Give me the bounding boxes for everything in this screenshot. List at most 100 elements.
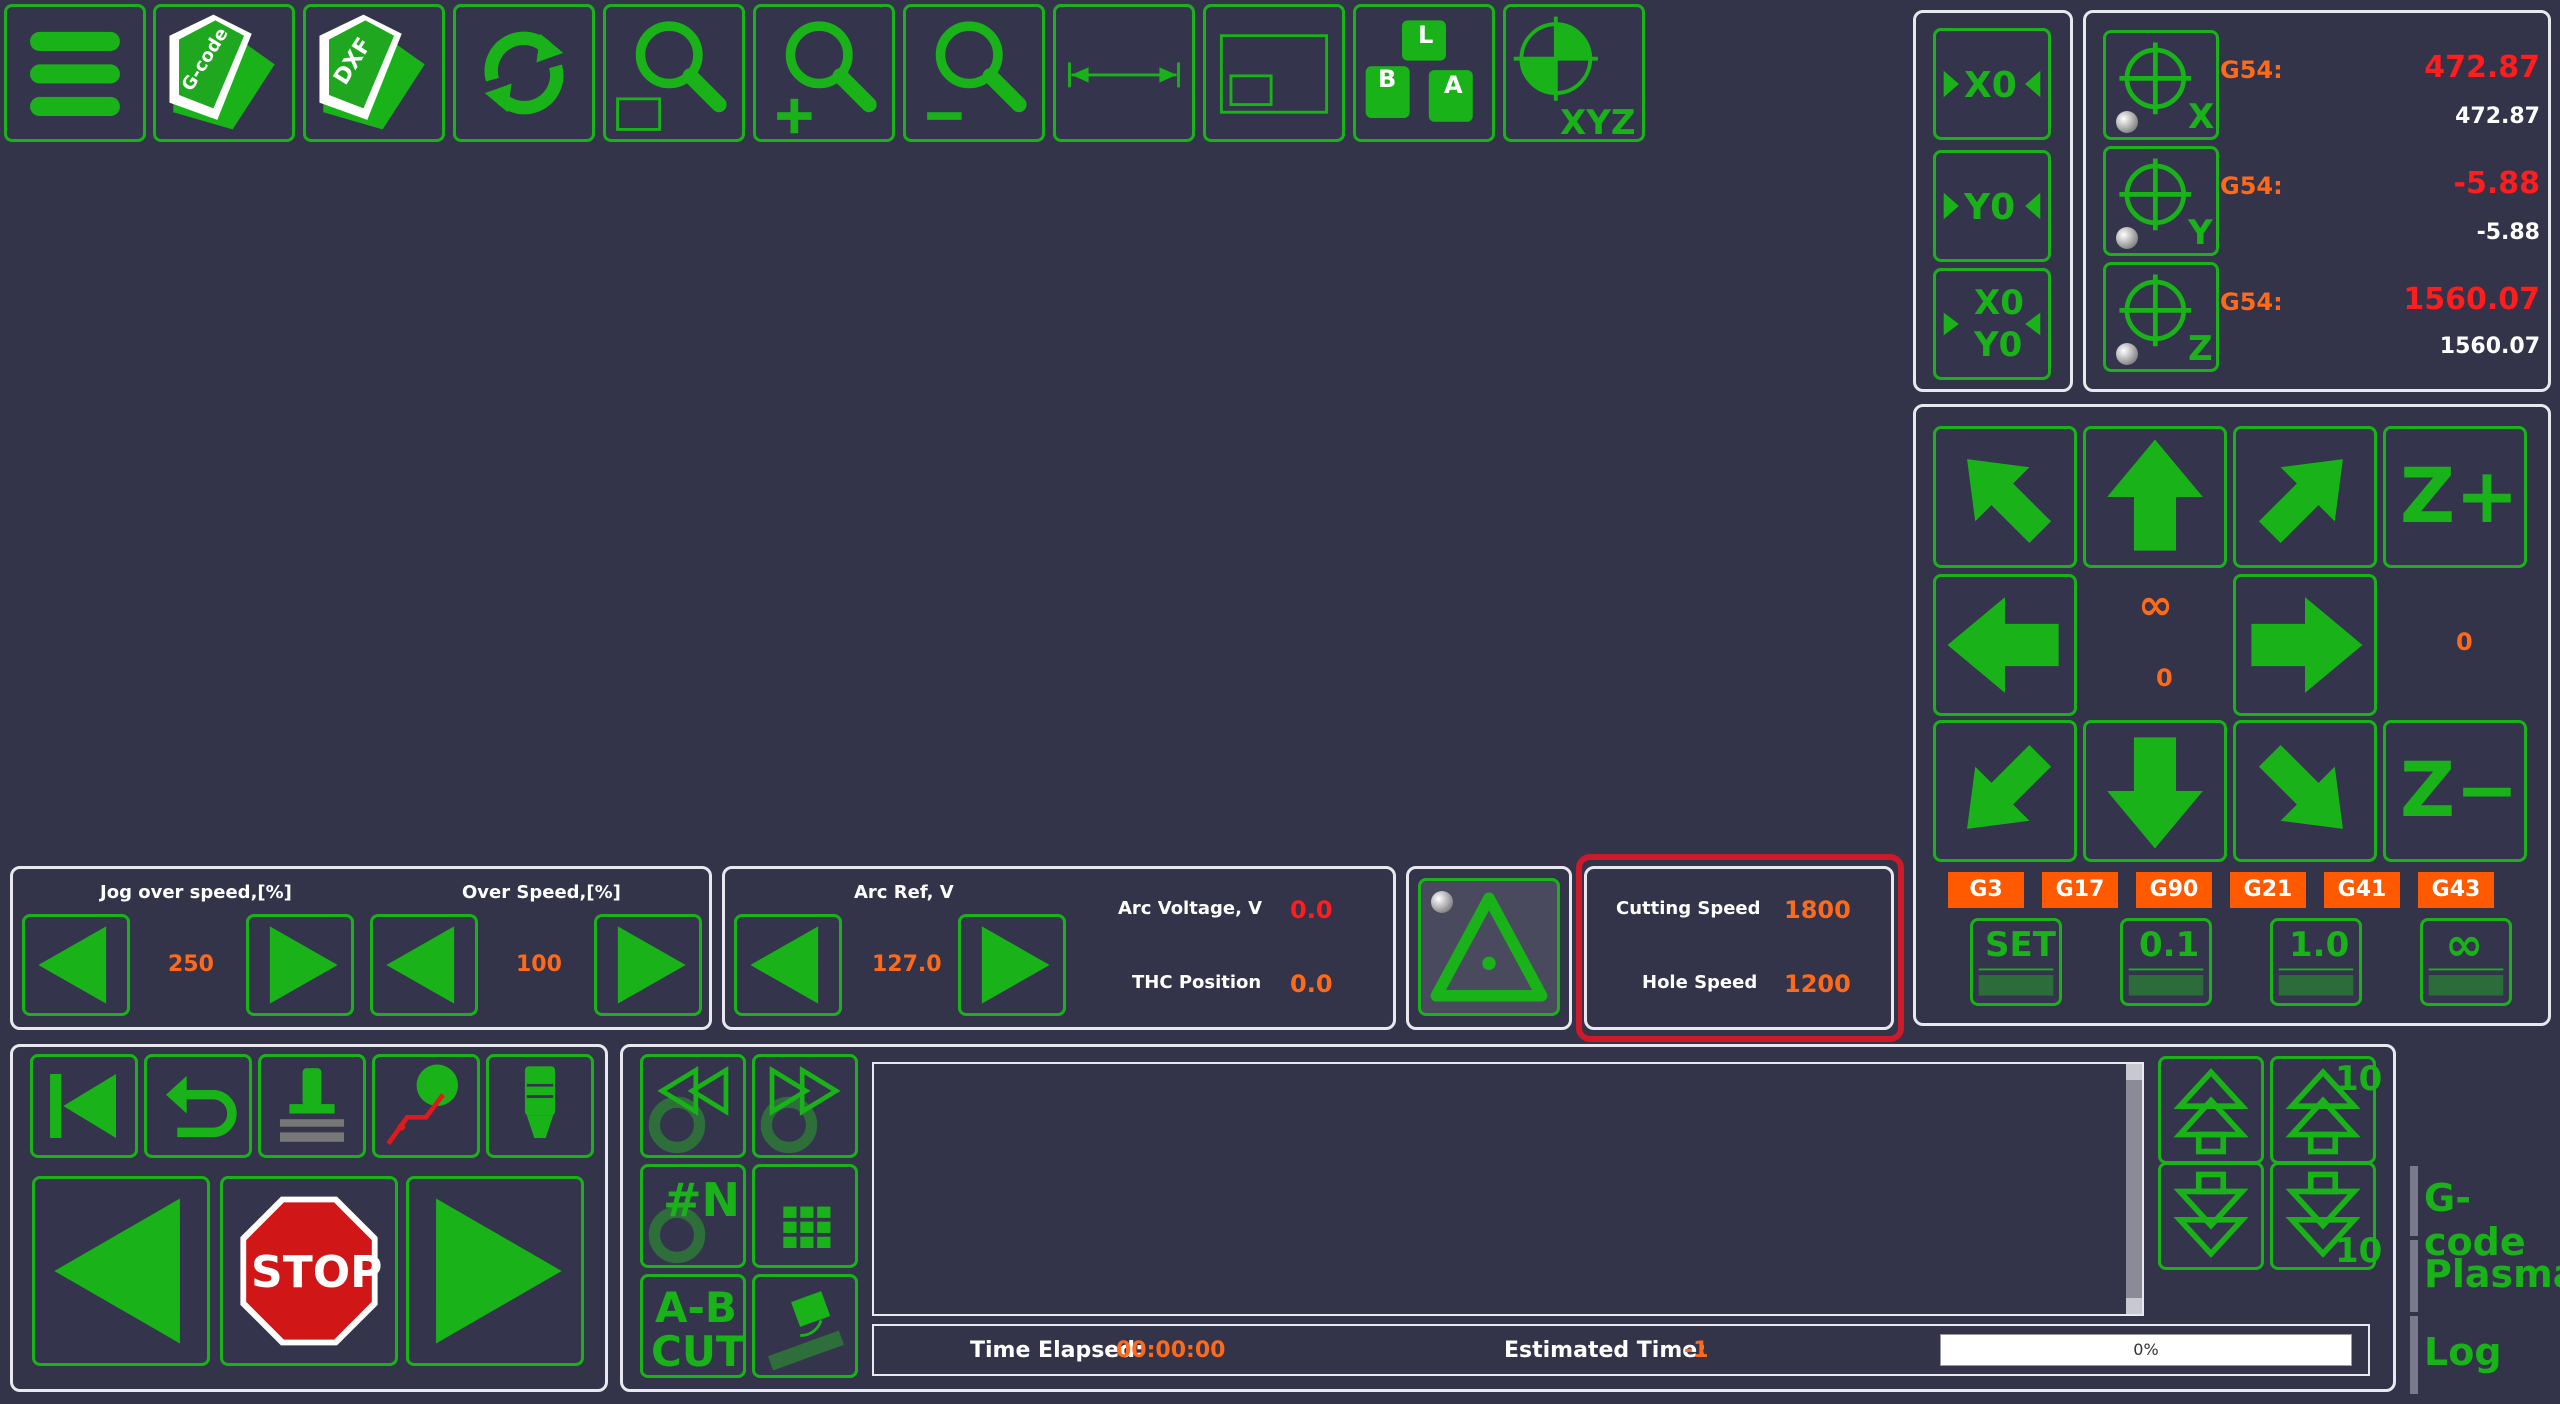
view-bal-button[interactable]: B A L bbox=[1353, 4, 1495, 142]
scroll-down-10-button[interactable]: 10 bbox=[2270, 1162, 2382, 1271]
rewind-button[interactable] bbox=[30, 1054, 138, 1158]
fit-view-button[interactable] bbox=[1203, 4, 1345, 142]
over-speed-increase-button[interactable] bbox=[594, 914, 702, 1016]
arc-ref-decrease-button[interactable] bbox=[734, 914, 842, 1016]
measure-icon bbox=[1068, 62, 1180, 88]
key-a-label: A bbox=[1444, 71, 1463, 99]
tab-plasma[interactable]: Plasma bbox=[2424, 1252, 2560, 1296]
return-button[interactable] bbox=[144, 1054, 252, 1158]
step-0.1-button[interactable]: 0.1 bbox=[2120, 918, 2212, 1006]
ab-cut-label-1: A-B bbox=[655, 1283, 737, 1332]
zoom-in-button[interactable] bbox=[753, 4, 895, 142]
zero-y-label: Y0 bbox=[1964, 187, 2016, 228]
zero-x-button[interactable]: X0 bbox=[1933, 28, 2051, 140]
goto-line-button[interactable]: #N bbox=[640, 1164, 746, 1268]
tab-indicator-plasma bbox=[2410, 1240, 2418, 1312]
axis-y-button[interactable]: Y bbox=[2103, 146, 2219, 256]
measure-button[interactable] bbox=[1053, 4, 1195, 142]
triangle-right-icon bbox=[436, 1198, 562, 1344]
gcode-state-g43: G43 bbox=[2418, 872, 2494, 908]
arrow-right-icon bbox=[2251, 597, 2363, 693]
jog-up-button[interactable] bbox=[2083, 426, 2227, 568]
stop-button[interactable]: STOP bbox=[220, 1176, 398, 1366]
cutting-speed-label: Cutting Speed bbox=[1616, 898, 1761, 919]
scroll-down-arrow[interactable] bbox=[2126, 1298, 2142, 1314]
triangle-left-icon bbox=[54, 1198, 180, 1344]
zero-y-button[interactable]: Y0 bbox=[1933, 150, 2051, 262]
step-set-button[interactable]: SET bbox=[1970, 918, 2062, 1006]
sheet-align-button[interactable] bbox=[752, 1274, 858, 1378]
step-1.0-button[interactable]: 1.0 bbox=[2270, 918, 2362, 1006]
zoom-window-button[interactable] bbox=[603, 4, 745, 142]
sheet-align-icon bbox=[767, 1291, 844, 1371]
open-dxf-button[interactable]: DXF bbox=[303, 4, 445, 142]
y-work-position: -5.88 bbox=[2476, 220, 2540, 245]
skip-to-start-icon bbox=[50, 1073, 117, 1139]
jog-up-left-button[interactable] bbox=[1933, 426, 2077, 568]
jog-down-left-button[interactable] bbox=[1933, 720, 2077, 862]
axis-x-letter: X bbox=[2188, 97, 2215, 137]
x-coord-system: G54: bbox=[2220, 56, 2283, 84]
gcode-scrollbar[interactable] bbox=[2126, 1064, 2142, 1314]
step-ruler-icon bbox=[2128, 968, 2204, 996]
jog-right-button[interactable] bbox=[2233, 574, 2377, 716]
arrow-up-right-icon bbox=[2258, 459, 2343, 544]
double-up-arrow-icon bbox=[2173, 1068, 2249, 1155]
scroll-up-arrow[interactable] bbox=[2126, 1064, 2142, 1080]
thc-toggle-button[interactable] bbox=[1418, 878, 1560, 1016]
axis-x-button[interactable]: X bbox=[2103, 30, 2219, 140]
jog-speed-value: 250 bbox=[168, 952, 214, 977]
gcode-state-g3: G3 bbox=[1948, 872, 2024, 908]
step-continuous-button[interactable]: ∞ bbox=[2420, 917, 2512, 1006]
menu-button[interactable] bbox=[4, 4, 146, 142]
triangle-right-icon bbox=[617, 926, 686, 1004]
jog-z-minus-button[interactable]: Z− bbox=[2383, 720, 2527, 862]
cutting-speed-value: 1800 bbox=[1784, 896, 1851, 924]
step-back-button[interactable] bbox=[32, 1176, 210, 1366]
path-point-button[interactable] bbox=[372, 1054, 480, 1158]
fast-backward-button[interactable] bbox=[640, 1054, 746, 1158]
thc-led bbox=[1431, 891, 1453, 913]
torch-lower-button[interactable] bbox=[258, 1054, 366, 1158]
view-xyz-button[interactable]: XYZ bbox=[1503, 4, 1645, 143]
jog-speed-increase-button[interactable] bbox=[246, 914, 354, 1016]
scroll-up-10-button[interactable]: 10 bbox=[2270, 1056, 2382, 1164]
fast-forward-button[interactable] bbox=[752, 1054, 858, 1158]
open-gcode-button[interactable]: G-code bbox=[153, 4, 295, 142]
x-machine-position: 472.87 bbox=[2424, 50, 2540, 85]
arrow-left-icon bbox=[1947, 597, 2059, 693]
arrow-up-left-icon bbox=[1967, 459, 2052, 544]
gcode-state-g17: G17 bbox=[2042, 872, 2118, 908]
arc-ref-increase-button[interactable] bbox=[958, 914, 1066, 1016]
jog-up-right-button[interactable] bbox=[2233, 426, 2377, 568]
start-button[interactable] bbox=[406, 1176, 584, 1366]
tab-gcode[interactable]: G-code bbox=[2424, 1176, 2560, 1264]
hole-speed-label: Hole Speed bbox=[1642, 972, 1758, 993]
axis-z-button[interactable]: Z bbox=[2103, 262, 2219, 372]
jog-speed-decrease-button[interactable] bbox=[22, 914, 130, 1016]
array-button[interactable] bbox=[752, 1164, 858, 1268]
axis-x-led bbox=[2116, 111, 2138, 133]
over-speed-value: 100 bbox=[516, 952, 562, 977]
over-speed-label: Over Speed,[%] bbox=[462, 882, 621, 903]
over-speed-decrease-button[interactable] bbox=[370, 914, 478, 1016]
y-machine-position: -5.88 bbox=[2453, 166, 2540, 201]
zero-xy-label-y: Y0 bbox=[1974, 325, 2023, 365]
scroll-up-button[interactable] bbox=[2158, 1056, 2264, 1164]
refresh-icon bbox=[484, 31, 564, 115]
scroll-down-button[interactable] bbox=[2158, 1162, 2264, 1270]
torch-button[interactable] bbox=[486, 1054, 594, 1158]
jog-z-plus-button[interactable]: Z+ bbox=[2383, 426, 2527, 568]
jog-down-button[interactable] bbox=[2083, 720, 2227, 862]
zoom-out-button[interactable] bbox=[903, 4, 1045, 142]
ab-cut-button[interactable]: A-B CUT bbox=[640, 1274, 746, 1378]
gcode-viewer[interactable] bbox=[872, 1062, 2144, 1316]
jog-left-button[interactable] bbox=[1933, 574, 2077, 716]
zero-xy-button[interactable]: X0 Y0 bbox=[1933, 268, 2051, 380]
ab-cut-label-2: CUT bbox=[651, 1327, 745, 1376]
zoom-in-icon bbox=[777, 21, 877, 134]
arrow-down-right-icon bbox=[2258, 744, 2343, 829]
reload-button[interactable] bbox=[453, 4, 595, 142]
jog-down-right-button[interactable] bbox=[2233, 720, 2377, 862]
tab-log[interactable]: Log bbox=[2424, 1330, 2502, 1374]
